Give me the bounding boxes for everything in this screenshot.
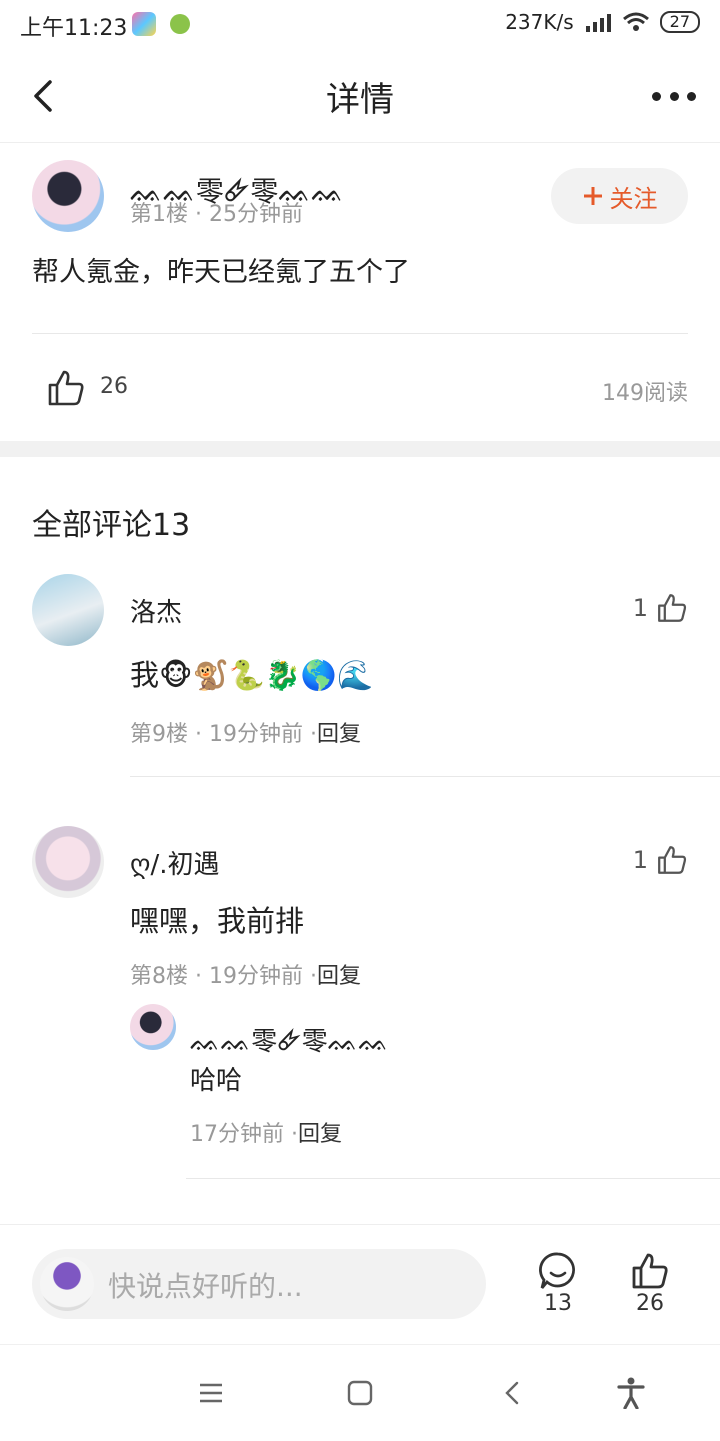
- comment-avatar[interactable]: [32, 826, 104, 898]
- section-separator: [0, 441, 720, 457]
- comment-meta: 第9楼 · 19分钟前 ·回复: [130, 716, 361, 748]
- reply-avatar[interactable]: [130, 1004, 176, 1050]
- reply-text: 哈哈: [190, 1066, 243, 1096]
- thumbs-up-icon: [658, 846, 687, 874]
- reply-author-name[interactable]: ᨐᨐ零🜸零ᨐᨐ: [190, 1012, 389, 1065]
- page-title: 详情: [326, 80, 394, 120]
- comment-count: 13: [544, 1291, 572, 1316]
- reply-button[interactable]: 回复: [317, 722, 361, 747]
- divider: [130, 776, 720, 777]
- post-floor-time: 第1楼 · 25分钟前: [130, 202, 303, 227]
- comment-like-count: 1: [632, 594, 648, 622]
- home-icon[interactable]: [347, 1380, 373, 1406]
- follow-button[interactable]: 关注: [551, 168, 688, 224]
- accessibility-icon[interactable]: [617, 1377, 645, 1409]
- comment-author-name[interactable]: ღ/.初遇: [130, 844, 219, 881]
- top-navigation: 详情: [0, 50, 720, 143]
- like-button[interactable]: 26: [620, 1251, 680, 1316]
- status-right: 237K/s 27: [505, 10, 700, 34]
- status-bar: 上午11:23 237K/s 27: [0, 0, 720, 50]
- like-count: 26: [636, 1291, 664, 1316]
- comment-text: 我🐵🐒🐍🐉🌎🌊: [130, 658, 374, 692]
- settings-app-icon: [170, 14, 190, 34]
- post-author-avatar[interactable]: [32, 160, 104, 232]
- divider: [186, 1178, 720, 1179]
- comment-avatar[interactable]: [32, 574, 104, 646]
- comment-like-button[interactable]: 1: [633, 592, 688, 624]
- user-avatar: [40, 1257, 94, 1311]
- wifi-icon: [622, 12, 649, 31]
- menu-icon[interactable]: [198, 1381, 224, 1405]
- signal-icon: [585, 14, 611, 32]
- comment-input[interactable]: 快说点好听的...: [32, 1249, 486, 1319]
- comment-floor-time: 第8楼 · 19分钟前 ·: [130, 964, 317, 989]
- reply-button[interactable]: 回复: [317, 964, 361, 989]
- follow-label: 关注: [609, 184, 658, 213]
- comment-count-button[interactable]: 13: [528, 1251, 588, 1316]
- comment-text: 嘿嘿，我前排: [130, 904, 305, 938]
- comment-input-placeholder: 快说点好听的...: [108, 1270, 303, 1303]
- bottom-action-bar: 快说点好听的... 13 26: [0, 1224, 720, 1345]
- net-speed: 237K/s: [505, 10, 574, 34]
- comment-like-count: 1: [632, 846, 648, 874]
- comment-author-name[interactable]: 洛杰: [130, 592, 182, 629]
- comment-floor-time: 第9楼 · 19分钟前 ·: [130, 722, 317, 747]
- nav-back-icon[interactable]: [502, 1380, 522, 1406]
- post-like-count: 26: [100, 374, 128, 399]
- comment-like-button[interactable]: 1: [633, 844, 688, 876]
- thumbs-up-icon[interactable]: [46, 368, 86, 408]
- post-content: 帮人氪金，昨天已经氪了五个了: [32, 257, 410, 288]
- more-options-icon[interactable]: [652, 78, 696, 114]
- status-time: 上午11:23: [20, 16, 128, 41]
- reply-meta: 17分钟前 ·回复: [190, 1116, 342, 1148]
- plus-icon: [583, 187, 602, 205]
- comment-bubble-icon: [539, 1252, 575, 1289]
- comment-meta: 第8楼 · 19分钟前 ·回复: [130, 958, 361, 990]
- divider: [32, 333, 688, 334]
- thumbs-up-icon: [632, 1253, 668, 1289]
- system-navigation-bar: [0, 1344, 720, 1441]
- post-read-count: 149阅读: [602, 381, 688, 406]
- reply-time: 17分钟前 ·: [190, 1122, 298, 1147]
- thumbs-up-icon: [658, 594, 687, 622]
- game-app-icon: [132, 12, 156, 36]
- reply-button[interactable]: 回复: [298, 1122, 342, 1147]
- battery-indicator: 27: [659, 11, 700, 33]
- comments-title: 全部评论13: [32, 508, 191, 543]
